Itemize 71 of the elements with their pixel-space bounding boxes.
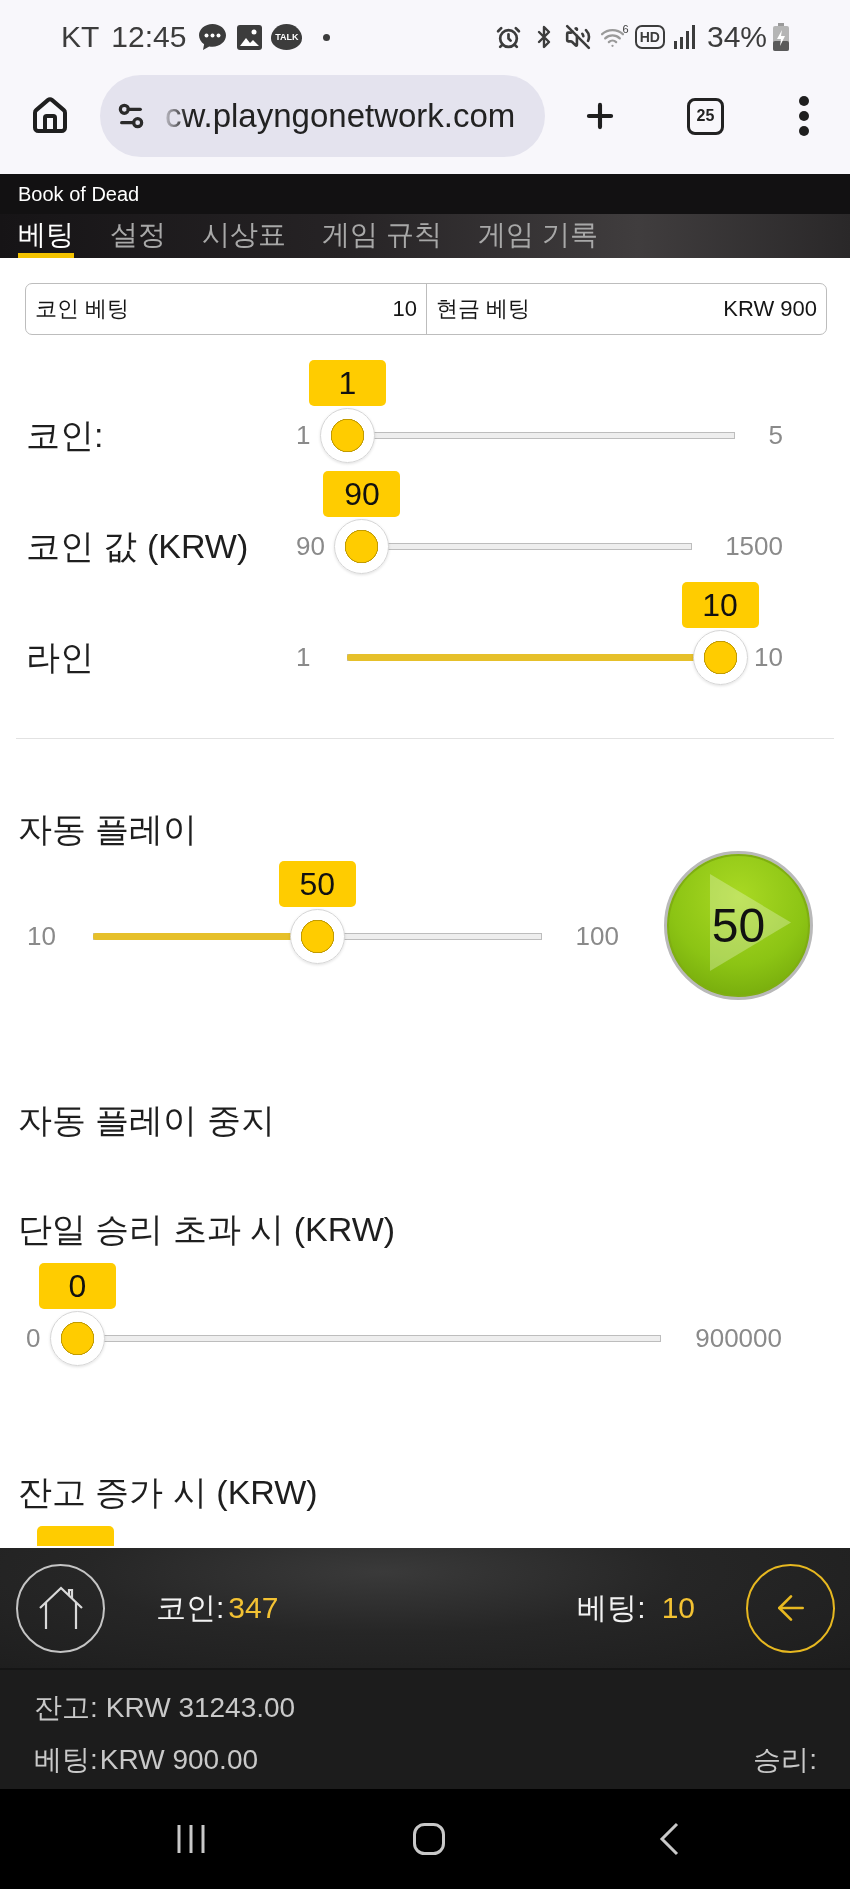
slider-label: 코인 값 (KRW) <box>26 525 250 567</box>
bet-value: 10 <box>661 1591 695 1625</box>
back-button[interactable] <box>746 1563 835 1653</box>
condition-label: 단일 승리 초과 시 (KRW) <box>17 1209 397 1249</box>
recent-apps-icon[interactable] <box>176 1824 206 1854</box>
slider-min-label: 90 <box>296 530 325 563</box>
win-label: 승리: <box>753 1743 817 1777</box>
battery-percent: 34% <box>706 22 767 52</box>
tab-switcher-button[interactable]: 25 <box>687 97 724 135</box>
house-icon <box>37 1586 84 1630</box>
slider-thumb[interactable] <box>49 1311 105 1366</box>
talk-badge: TALK <box>271 24 303 50</box>
balance-label: 잔고: <box>34 1691 98 1725</box>
section-title: 자동 플레이 중지 <box>17 1100 276 1140</box>
slider-thumb[interactable] <box>319 408 375 463</box>
slider-value-bubble: 90 <box>323 471 401 517</box>
slider-value-bubble: 10 <box>681 582 759 628</box>
slider-max-label: 100 <box>575 920 619 953</box>
wifi-version-label: 6 <box>622 24 629 35</box>
notification-dot-icon <box>323 33 331 41</box>
autoplay-start-button[interactable]: 50 <box>664 851 813 1000</box>
slider-max-label: 900000 <box>695 1322 782 1355</box>
alarm-icon <box>495 24 521 50</box>
summary-value: 10 <box>392 296 417 322</box>
bet-label: 베팅: <box>577 1589 646 1626</box>
signal-icon <box>672 25 697 49</box>
hd-badge: HD <box>634 25 665 49</box>
slider-value-bubble: 0 <box>38 1263 116 1309</box>
condition-label: 잔고 증가 시 (KRW) <box>17 1472 319 1512</box>
address-bar[interactable]: cw.playngonetwork.com <box>100 75 545 157</box>
slider-min-label: 1 <box>296 641 311 674</box>
chat-bubble-icon <box>198 23 228 51</box>
coins-value: 347 <box>228 1591 279 1625</box>
slider-thumb[interactable] <box>334 519 390 574</box>
slider-min-label: 0 <box>26 1322 41 1355</box>
slider-value-bubble: 50 <box>278 861 356 907</box>
home-icon[interactable] <box>413 1823 445 1855</box>
game-title: Book of Dead <box>0 174 850 214</box>
mute-icon <box>564 24 591 50</box>
slider-max-label: 10 <box>754 641 783 674</box>
summary-value: KRW 900 <box>723 296 817 322</box>
slider-value-bubble: 1 <box>308 360 386 406</box>
home-button[interactable] <box>16 1563 105 1653</box>
slider-thumb[interactable] <box>289 909 345 964</box>
bet-amount-value: KRW 900.00 <box>99 1744 259 1776</box>
carrier-label: KT <box>61 22 100 52</box>
slider-min-label: 1 <box>296 419 311 452</box>
back-icon[interactable] <box>659 1822 679 1856</box>
menu-icon[interactable] <box>798 96 810 136</box>
slider-max-label: 5 <box>768 419 783 452</box>
bet-amount-label: 베팅: <box>34 1743 98 1777</box>
slider-max-label: 1500 <box>725 530 783 563</box>
url-text: cw.playngonetwork.com <box>165 97 516 135</box>
battery-charging-icon <box>773 23 789 51</box>
summary-label: 코인 베팅 <box>35 295 130 323</box>
balance-value: KRW 31243.00 <box>105 1692 296 1724</box>
tab[interactable]: 게임 기록 <box>477 214 598 258</box>
slider-label: 코인: <box>26 414 105 456</box>
image-icon <box>237 24 263 50</box>
home-icon[interactable] <box>30 96 70 136</box>
section-title: 자동 플레이 <box>17 809 199 849</box>
tab[interactable]: 설정 <box>110 214 166 258</box>
summary-label: 현금 베팅 <box>436 295 531 323</box>
play-icon <box>710 874 791 971</box>
coins-label: 코인: <box>156 1589 225 1626</box>
slider-label: 라인 <box>26 636 95 678</box>
clock-time: 12:45 <box>111 22 187 52</box>
tab[interactable]: 시상표 <box>202 214 286 258</box>
slider-thumb[interactable] <box>692 630 748 685</box>
tab[interactable]: 게임 규칙 <box>322 214 442 258</box>
slider-min-label: 10 <box>27 920 56 953</box>
